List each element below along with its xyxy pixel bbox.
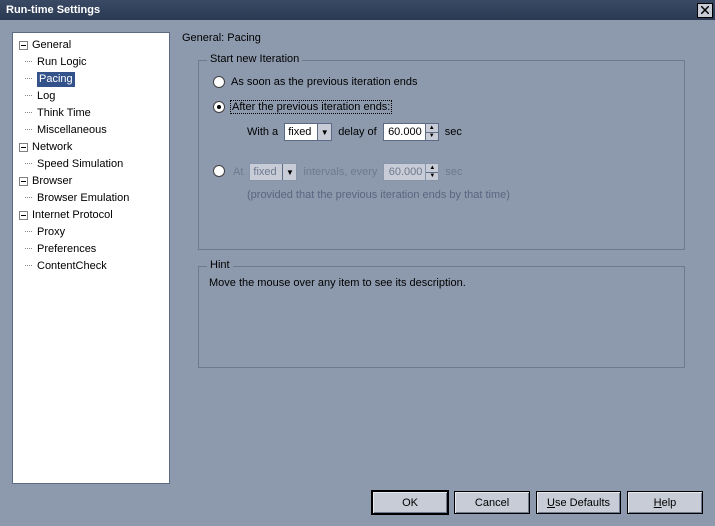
tree-node-content-check[interactable]: ContentCheck: [15, 258, 169, 275]
intervals-every-label: intervals, every: [303, 166, 377, 178]
delay-of-label: delay of: [338, 126, 377, 138]
radio-label: After the previous iteration ends:: [231, 101, 391, 113]
group-start-new-iteration: Start new Iteration As soon as the previ…: [198, 60, 685, 250]
minus-icon[interactable]: [19, 41, 28, 50]
with-a-label: With a: [247, 126, 278, 138]
radio-option-as-soon-as[interactable]: As soon as the previous iteration ends: [213, 76, 418, 88]
dialog-button-row: OK Cancel Use Defaults Help: [372, 491, 703, 514]
interval-value-spinner: ▲▼: [383, 163, 439, 181]
tree-node-log[interactable]: Log: [15, 88, 169, 105]
tree-node-browser-emulation[interactable]: Browser Emulation: [15, 190, 169, 207]
help-button[interactable]: Help: [627, 491, 703, 514]
interval-type-dropdown: fixed ▼: [249, 163, 297, 181]
hint-text: Move the mouse over any item to see its …: [209, 277, 466, 289]
tree-node-run-logic[interactable]: Run Logic: [15, 54, 169, 71]
minus-icon[interactable]: [19, 143, 28, 152]
delay-value-spinner[interactable]: ▲▼: [383, 123, 439, 141]
tree-node-general[interactable]: General: [15, 37, 169, 54]
tree-node-think-time[interactable]: Think Time: [15, 105, 169, 122]
dropdown-value: fixed: [253, 166, 282, 178]
use-defaults-button[interactable]: Use Defaults: [536, 491, 621, 514]
close-button[interactable]: [697, 3, 713, 18]
tree-node-miscellaneous[interactable]: Miscellaneous: [15, 122, 169, 139]
group-label-iteration: Start new Iteration: [207, 53, 302, 65]
group-hint: Hint Move the mouse over any item to see…: [198, 266, 685, 368]
sec-label: sec: [445, 126, 462, 138]
interval-value-input: [383, 163, 425, 181]
chevron-down-icon: ▼: [317, 124, 331, 140]
interval-note: (provided that the previous iteration en…: [247, 189, 510, 201]
radio-icon: [213, 165, 225, 177]
spinner-down-icon: ▼: [426, 173, 438, 181]
dialog-body: General Run Logic Pacing Log Think Time …: [0, 20, 715, 526]
page-title: General: Pacing: [182, 32, 261, 44]
close-icon: [701, 6, 709, 14]
tree-node-internet-protocol[interactable]: Internet Protocol: [15, 207, 169, 224]
ok-button[interactable]: OK: [372, 491, 448, 514]
titlebar: Run-time Settings: [0, 0, 715, 20]
at-intervals-controls: At fixed ▼ intervals, every ▲▼ sec: [233, 163, 463, 181]
tree-node-network[interactable]: Network: [15, 139, 169, 156]
sec-label: sec: [445, 166, 462, 178]
spinner-up-icon: ▲: [426, 164, 438, 173]
delay-type-dropdown[interactable]: fixed ▼: [284, 123, 332, 141]
tree-node-proxy[interactable]: Proxy: [15, 224, 169, 241]
radio-option-at-intervals[interactable]: [213, 165, 225, 177]
radio-icon: [213, 76, 225, 88]
dropdown-value: fixed: [288, 126, 317, 138]
minus-icon[interactable]: [19, 177, 28, 186]
minus-icon[interactable]: [19, 211, 28, 220]
group-label-hint: Hint: [207, 259, 233, 271]
radio-label: As soon as the previous iteration ends: [231, 76, 418, 88]
spinner-down-icon[interactable]: ▼: [426, 133, 438, 141]
delay-value-input[interactable]: [383, 123, 425, 141]
at-label: At: [233, 166, 243, 178]
tree-node-speed-simulation[interactable]: Speed Simulation: [15, 156, 169, 173]
chevron-down-icon: ▼: [282, 164, 296, 180]
tree-node-browser[interactable]: Browser: [15, 173, 169, 190]
after-previous-controls: With a fixed ▼ delay of ▲▼ sec: [247, 123, 462, 141]
tree-node-preferences[interactable]: Preferences: [15, 241, 169, 258]
window-title: Run-time Settings: [6, 4, 100, 16]
tree-node-pacing[interactable]: Pacing: [15, 71, 169, 88]
spinner-up-icon[interactable]: ▲: [426, 124, 438, 133]
cancel-button[interactable]: Cancel: [454, 491, 530, 514]
radio-icon: [213, 101, 225, 113]
radio-option-after-previous[interactable]: After the previous iteration ends:: [213, 101, 391, 113]
settings-tree[interactable]: General Run Logic Pacing Log Think Time …: [12, 32, 170, 484]
